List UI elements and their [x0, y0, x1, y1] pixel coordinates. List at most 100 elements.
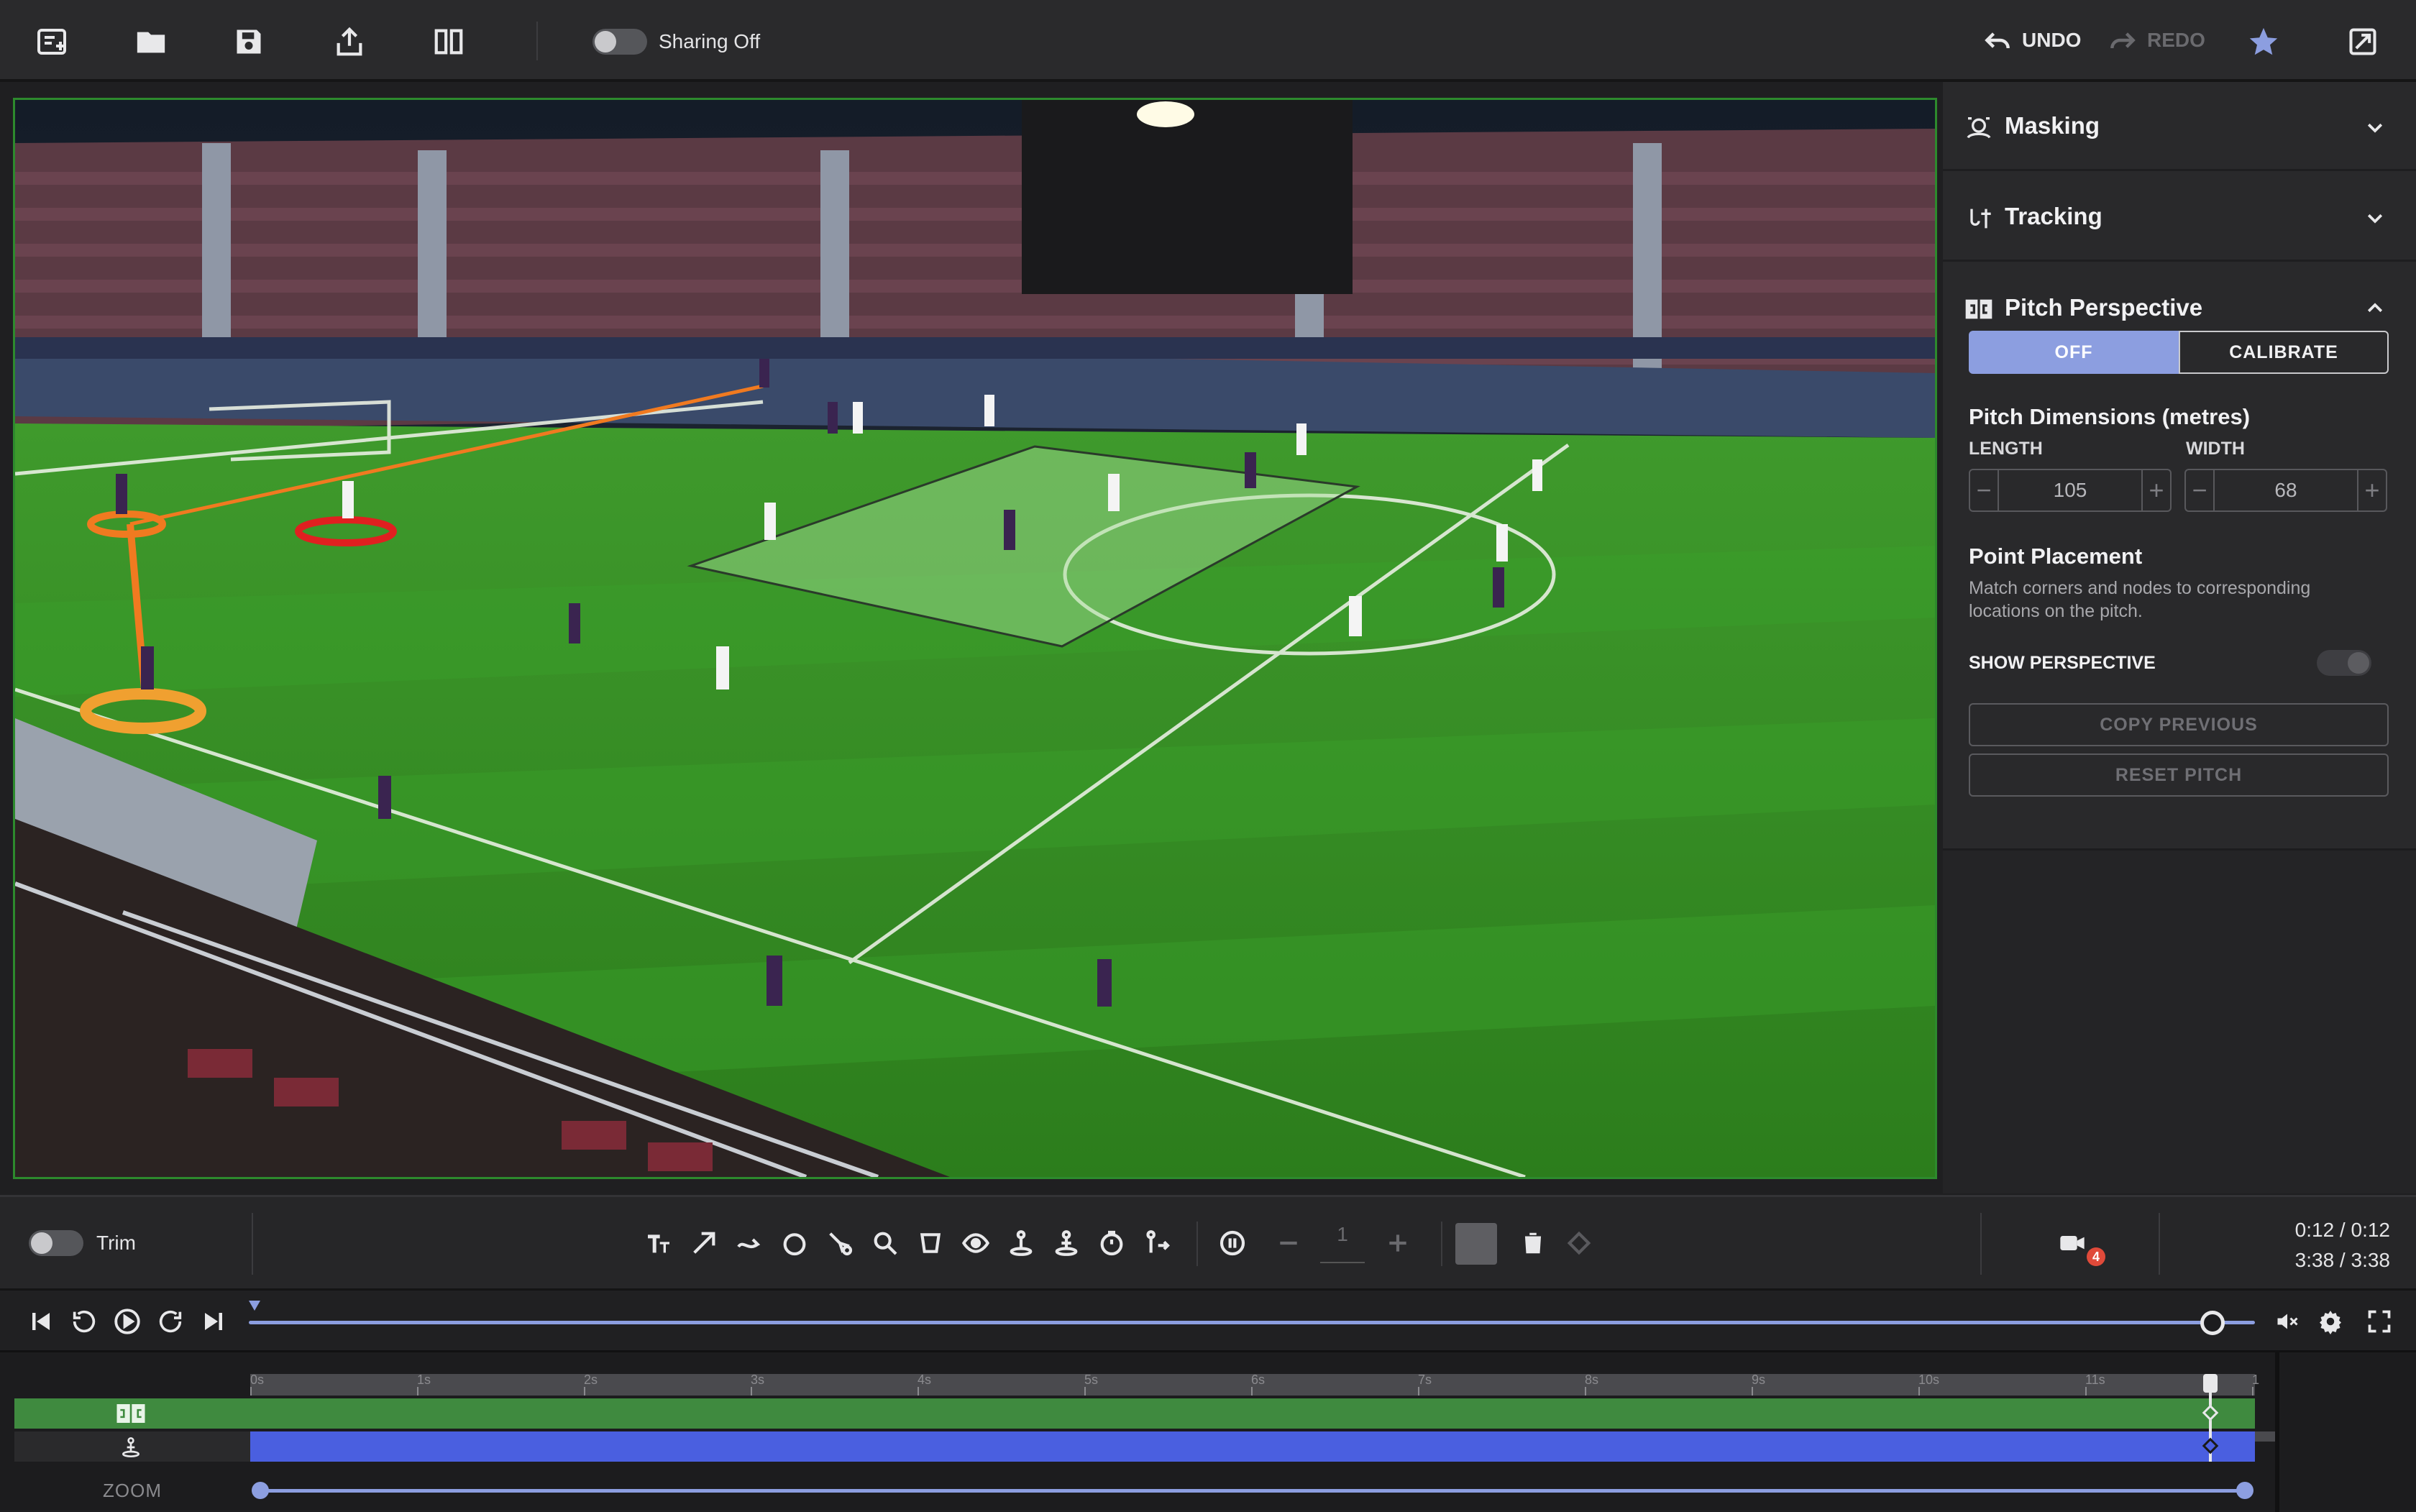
player-track-bar[interactable]: [250, 1431, 2255, 1462]
time-tick-label: 11s: [2085, 1373, 2105, 1387]
chevron-up-icon: [2367, 303, 2383, 313]
off-button[interactable]: OFF: [1969, 331, 2179, 374]
split-view-icon[interactable]: [429, 22, 469, 62]
width-value[interactable]: 68: [2215, 479, 2357, 502]
time-tick-label: 1: [2252, 1373, 2260, 1387]
folder-icon[interactable]: [131, 22, 171, 62]
pitch-track-header[interactable]: [14, 1398, 250, 1429]
zoom-slider-start-handle[interactable]: [252, 1482, 269, 1499]
show-perspective-toggle[interactable]: [2317, 650, 2371, 676]
rewind-icon[interactable]: [66, 1303, 102, 1339]
player-highlight-tool-icon[interactable]: [1001, 1223, 1041, 1263]
star-icon[interactable]: [2243, 22, 2284, 62]
color-swatch[interactable]: [1455, 1223, 1497, 1265]
time-tick-mark: [1585, 1387, 1586, 1396]
panel-empty-area: [1943, 848, 2416, 1193]
save-icon[interactable]: [229, 22, 269, 62]
player-tracking-tool-icon[interactable]: [1046, 1223, 1086, 1263]
time-tick-mark: [1752, 1387, 1753, 1396]
tracking-section[interactable]: Tracking: [1943, 173, 2416, 262]
new-project-icon[interactable]: [32, 22, 72, 62]
spotlight-tool-icon[interactable]: [820, 1223, 860, 1263]
time-tick-label: 6s: [1251, 1373, 1266, 1387]
divider: [1980, 1213, 1982, 1275]
time-tick-label: 2s: [584, 1373, 598, 1387]
magnifier-tool-icon[interactable]: [865, 1223, 905, 1263]
pitch-track-icon: [116, 1404, 145, 1423]
undo-label: UNDO: [2022, 29, 2082, 51]
annotation-toolbar: Trim 1 4 0:12 / 0:12 3:38 / 3:38: [0, 1195, 2416, 1288]
circle-tool-icon[interactable]: [774, 1223, 815, 1263]
sharing-toggle[interactable]: [592, 29, 647, 55]
trim-toggle[interactable]: [29, 1230, 83, 1256]
zoom-slider-track[interactable]: [259, 1489, 2246, 1493]
time-tick-mark: [1418, 1387, 1419, 1396]
pitch-dimensions-title: Pitch Dimensions (metres): [1969, 404, 2251, 429]
eye-tool-icon[interactable]: [956, 1223, 996, 1263]
pitch-icon: [1965, 299, 1992, 319]
clip-time: 0:12 / 0:12: [2294, 1219, 2390, 1241]
calibrate-button[interactable]: CALIBRATE: [2179, 331, 2389, 374]
text-tool-icon[interactable]: [639, 1223, 679, 1263]
redo-button[interactable]: REDO: [2107, 24, 2205, 56]
trash-icon[interactable]: [1513, 1223, 1553, 1263]
export-icon[interactable]: [329, 22, 370, 62]
copy-previous-button[interactable]: COPY PREVIOUS: [1969, 703, 2389, 746]
player-track-header[interactable]: [14, 1431, 250, 1462]
timer-tool-icon[interactable]: [1092, 1223, 1132, 1263]
length-increment-button[interactable]: +: [2141, 470, 2170, 510]
length-stepper[interactable]: − 105 +: [1969, 469, 2172, 512]
width-stepper[interactable]: − 68 +: [2184, 469, 2387, 512]
fullscreen-icon[interactable]: [2361, 1303, 2397, 1339]
time-tick-label: 5s: [1084, 1373, 1099, 1387]
in-point-marker[interactable]: [249, 1301, 260, 1311]
length-decrement-button[interactable]: −: [1970, 470, 1999, 510]
time-tick-mark: [2085, 1387, 2087, 1396]
tracking-icon: [1970, 209, 1991, 229]
masking-section[interactable]: Masking: [1943, 82, 2416, 171]
plus-icon[interactable]: [1378, 1223, 1418, 1263]
length-value[interactable]: 105: [1999, 479, 2141, 502]
skip-start-icon[interactable]: [23, 1303, 59, 1339]
time-tick-label: 8s: [1585, 1373, 1599, 1387]
timeline-playhead-handle[interactable]: [2203, 1374, 2218, 1393]
width-increment-button[interactable]: +: [2357, 470, 2386, 510]
time-tick-mark: [417, 1387, 418, 1396]
video-frame[interactable]: [13, 98, 1937, 1179]
skip-end-icon[interactable]: [196, 1303, 232, 1339]
keyframe-icon[interactable]: [1559, 1223, 1599, 1263]
divider: [536, 22, 538, 60]
divider: [1441, 1222, 1442, 1266]
time-tick-label: 4s: [918, 1373, 932, 1387]
divider: [1196, 1222, 1198, 1266]
timeline-area: 0s 1s 2s 3s 4s 5s 6s 7s 8s 9s 10s 11s 1 ZOOM: [0, 1350, 2416, 1512]
minus-icon[interactable]: [1268, 1223, 1309, 1263]
width-decrement-button[interactable]: −: [2186, 470, 2215, 510]
football-pitch-scene: [15, 100, 1935, 1177]
undo-button[interactable]: UNDO: [1982, 24, 2081, 56]
zoom-slider-end-handle[interactable]: [2236, 1482, 2253, 1499]
arrow-tool-icon[interactable]: [684, 1223, 724, 1263]
length-label: LENGTH: [1969, 439, 2043, 459]
time-tick-label: 1s: [417, 1373, 431, 1387]
playhead-knob[interactable]: [2200, 1311, 2225, 1335]
divider: [2159, 1213, 2160, 1275]
pause-icon[interactable]: [1212, 1223, 1253, 1263]
time-tick-mark: [250, 1387, 252, 1396]
reset-pitch-button[interactable]: RESET PITCH: [1969, 753, 2389, 797]
time-ruler-ticks: 0s 1s 2s 3s 4s 5s 6s 7s 8s 9s 10s 11s 1: [250, 1352, 2259, 1396]
fast-forward-icon[interactable]: [152, 1303, 188, 1339]
playback-progress-track[interactable]: [249, 1321, 2255, 1324]
pause-duration-input[interactable]: 1: [1320, 1223, 1365, 1263]
detach-icon[interactable]: [2343, 22, 2383, 62]
show-perspective-label: SHOW PERSPECTIVE: [1969, 653, 2156, 673]
player-move-tool-icon[interactable]: [1137, 1223, 1177, 1263]
player-tracking-icon: [122, 1437, 139, 1457]
mute-icon[interactable]: [2269, 1303, 2305, 1339]
polygon-tool-icon[interactable]: [910, 1223, 951, 1263]
settings-gear-icon[interactable]: [2312, 1303, 2348, 1339]
pitch-track-bar[interactable]: [250, 1398, 2255, 1429]
point-placement-title: Point Placement: [1969, 544, 2143, 569]
curve-arrow-tool-icon[interactable]: [729, 1223, 769, 1263]
play-icon[interactable]: [109, 1303, 145, 1339]
